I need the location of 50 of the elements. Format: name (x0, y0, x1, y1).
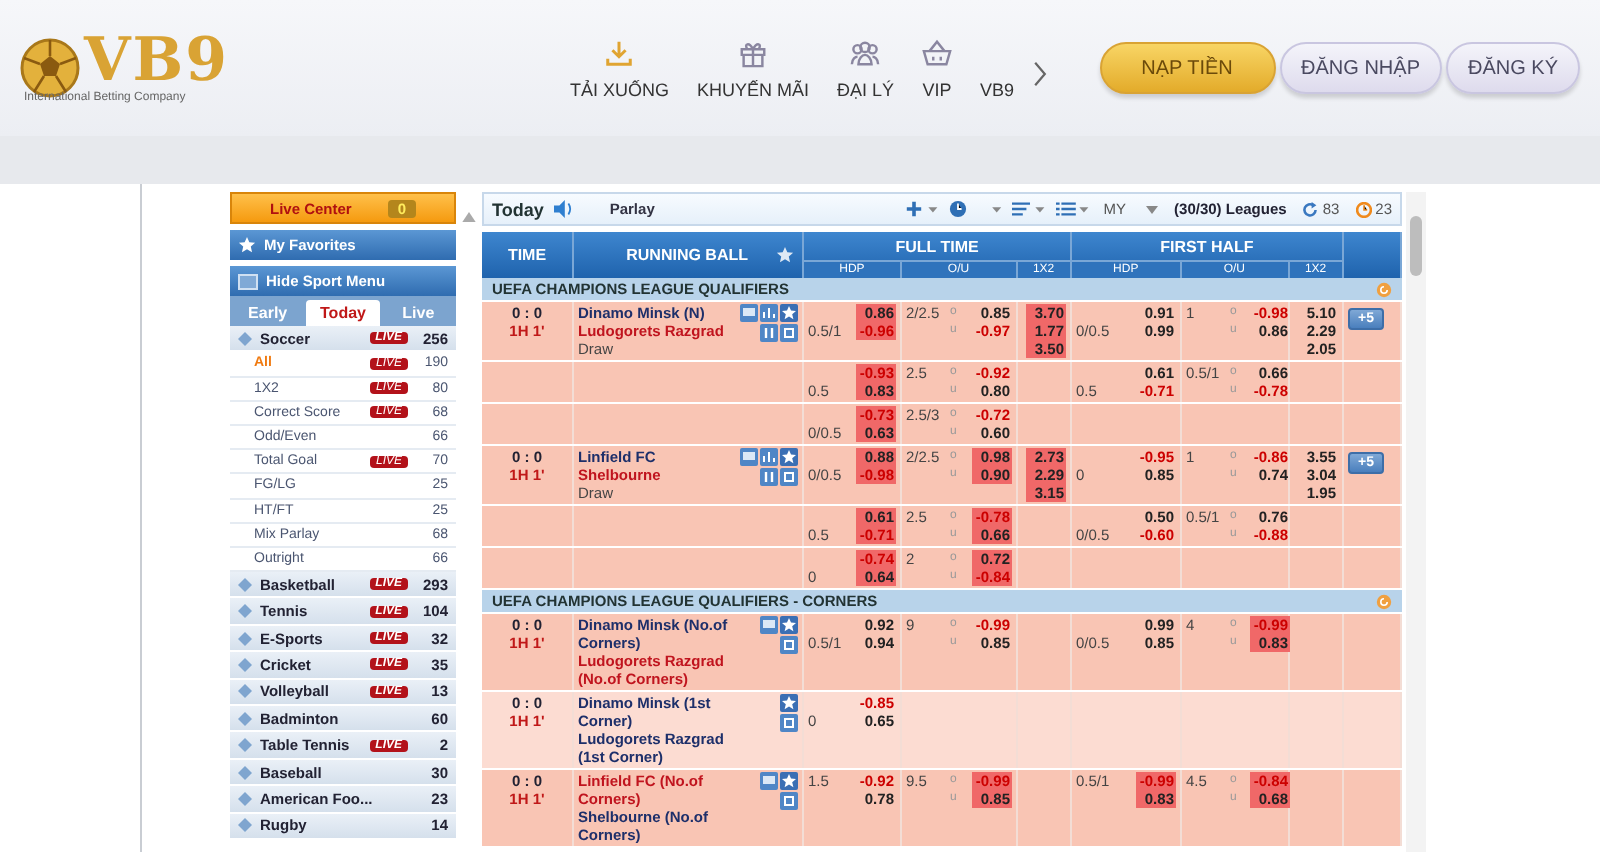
add-dropdown-icon[interactable] (905, 200, 940, 218)
header-button[interactable]: ĐĂNG KÝ (1445, 42, 1580, 94)
download-icon (604, 37, 635, 67)
collapse-icon (238, 273, 258, 289)
nav-link[interactable]: TẢI XUỐNG (556, 37, 684, 99)
tv-icon[interactable] (740, 304, 758, 322)
star-icon[interactable] (780, 448, 798, 466)
pause-icon[interactable] (760, 468, 778, 486)
clock-dropdown-icon[interactable] (947, 200, 1004, 218)
header-button[interactable]: ĐĂNG NHẬP (1279, 42, 1442, 94)
star-icon[interactable] (780, 694, 798, 712)
nav-link[interactable]: ĐẠI LÝ (823, 37, 909, 99)
chevron-right-icon[interactable] (1032, 59, 1049, 87)
sport-tab[interactable]: Today (305, 300, 381, 326)
people-icon (850, 37, 881, 67)
scrollbar[interactable] (1406, 192, 1426, 852)
toolbar-title: Today (492, 199, 544, 219)
header-button[interactable]: NẠP TIỀN (1099, 42, 1276, 94)
nav-link[interactable]: KHUYẾN MÃI (683, 37, 824, 99)
square-icon[interactable] (780, 792, 798, 810)
logo-text: VB9 (84, 32, 230, 92)
star-icon[interactable] (776, 246, 794, 264)
expand-icon (238, 331, 252, 346)
gift-icon (738, 37, 769, 67)
square-icon[interactable] (780, 324, 798, 342)
sort-dropdown-icon[interactable] (1011, 200, 1048, 218)
caret-icon (1146, 205, 1159, 213)
star-icon[interactable] (780, 304, 798, 322)
list-dropdown-icon[interactable] (1055, 200, 1092, 218)
refresh-icon (1302, 201, 1319, 217)
chart-icon[interactable] (760, 448, 778, 466)
pause-icon[interactable] (760, 324, 778, 342)
star-icon[interactable] (780, 772, 798, 790)
square-icon[interactable] (780, 714, 798, 732)
tv-icon[interactable] (760, 616, 778, 634)
speaker-icon[interactable] (551, 200, 574, 218)
chart-icon[interactable] (760, 304, 778, 322)
nav-link[interactable]: VIP (908, 37, 967, 99)
refresh-icon[interactable] (1376, 593, 1392, 609)
timer-icon (1355, 201, 1372, 217)
tv-icon[interactable] (740, 448, 758, 466)
nav-link[interactable]: VB9 (966, 37, 1029, 99)
tv-icon[interactable] (760, 772, 778, 790)
square-icon[interactable] (780, 636, 798, 654)
star-icon[interactable] (780, 616, 798, 634)
scroll-up-icon[interactable] (462, 212, 476, 222)
star-icon (238, 236, 256, 254)
basket-icon (922, 37, 953, 67)
square-icon[interactable] (780, 468, 798, 486)
refresh-icon[interactable] (1376, 281, 1392, 297)
